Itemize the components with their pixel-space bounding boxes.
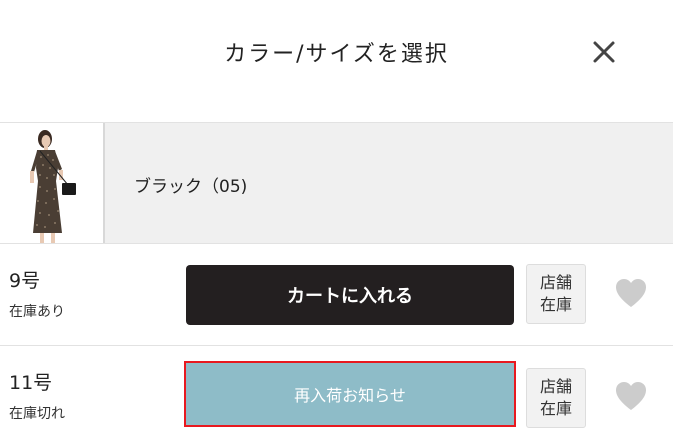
color-option-black[interactable]: ブラック（05) <box>0 122 673 244</box>
store-stock-label-line1: 店舗 <box>539 377 572 396</box>
modal-title: カラー/サイズを選択 <box>224 42 449 67</box>
size-label: 11号 <box>9 372 53 394</box>
store-stock-label-line2: 在庫 <box>539 295 572 314</box>
store-stock-button[interactable]: 店舗 在庫 <box>526 264 586 324</box>
favorite-button[interactable] <box>614 277 648 309</box>
stock-status: 在庫切れ <box>9 406 65 422</box>
add-to-cart-button[interactable]: カートに入れる <box>186 265 514 325</box>
stock-status: 在庫あり <box>9 304 65 320</box>
store-stock-label-line1: 店舗 <box>539 273 572 292</box>
color-label: ブラック（05) <box>134 177 248 197</box>
store-stock-label-line2: 在庫 <box>539 399 572 418</box>
heart-icon <box>616 279 646 307</box>
modal-header: カラー/サイズを選択 <box>0 0 673 104</box>
size-row-9: 9号 在庫あり カートに入れる 店舗 在庫 <box>0 245 673 346</box>
favorite-button[interactable] <box>614 380 648 412</box>
size-row-11: 11号 在庫切れ 再入荷お知らせ 店舗 在庫 <box>0 347 673 447</box>
close-button[interactable] <box>588 36 620 68</box>
store-stock-button[interactable]: 店舗 在庫 <box>526 368 586 428</box>
color-size-selector-modal: カラー/サイズを選択 ブラック（05) 9号 在庫あり カートに入れる 店舗 在… <box>0 0 673 447</box>
restock-notification-button[interactable]: 再入荷お知らせ <box>184 361 516 427</box>
heart-icon <box>616 382 646 410</box>
size-label: 9号 <box>9 270 41 292</box>
close-icon <box>593 41 615 63</box>
product-thumbnail <box>0 123 105 243</box>
